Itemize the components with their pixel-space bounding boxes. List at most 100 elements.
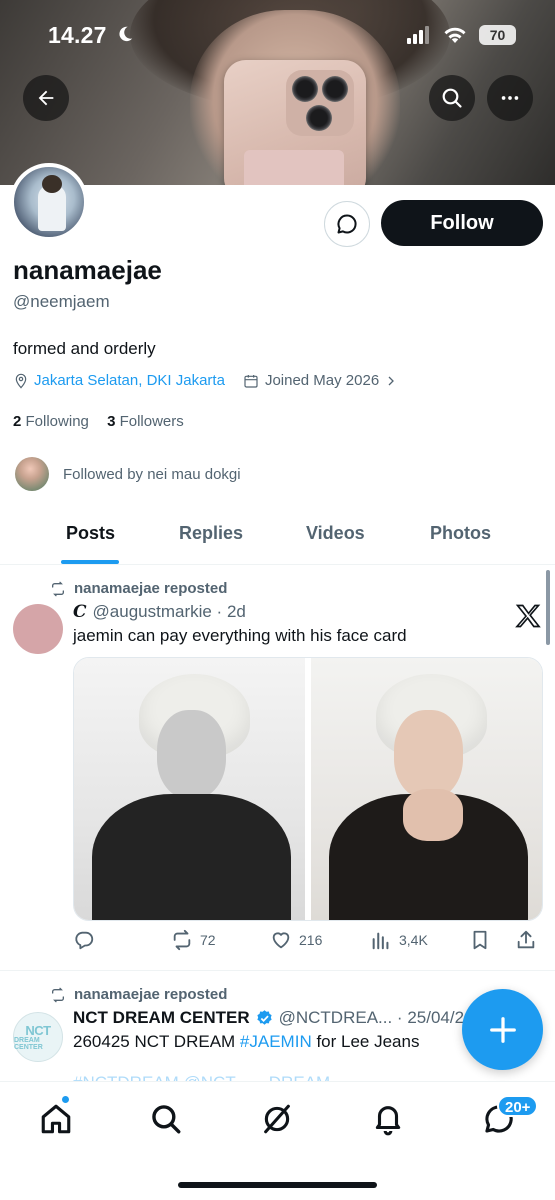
profile-meta: Jakarta Selatan, DKI Jakarta Joined May … (13, 372, 397, 389)
repost-button[interactable]: 72 (171, 929, 216, 951)
following-link[interactable]: 2 Following (13, 413, 89, 430)
bottom-nav: 20+ (0, 1081, 555, 1200)
messages-badge: 20+ (497, 1095, 539, 1117)
lens-1 (292, 76, 318, 102)
post-author-avatar[interactable]: NCT DREAM CENTER (13, 1012, 63, 1062)
reply-button[interactable] (73, 929, 102, 951)
photo-jacket (92, 794, 292, 920)
scrollbar[interactable] (546, 570, 550, 645)
back-button[interactable] (23, 75, 69, 121)
calendar-icon (244, 374, 258, 388)
message-button[interactable] (324, 201, 370, 247)
followers-link[interactable]: 3 Followers (107, 413, 184, 430)
location-pin-icon (15, 373, 27, 389)
post-header[interactable]: NCT DREAM CENTER @NCTDREA... · 25/04/26 (73, 1008, 474, 1028)
heart-icon (272, 932, 290, 949)
more-horizontal-icon (501, 96, 519, 100)
home-indicator[interactable] (178, 1182, 377, 1188)
status-bar: 14.27 70 (0, 22, 555, 52)
search-icon[interactable] (149, 1102, 183, 1136)
avatar-logo-text: NCT (25, 1022, 51, 1038)
following-label: Following (25, 413, 89, 430)
more-options-button[interactable] (487, 75, 533, 121)
repost-count: 72 (200, 932, 216, 948)
media-photo-2[interactable] (311, 658, 542, 920)
followed-by-row[interactable]: Followed by nei mau dokgi (15, 457, 241, 491)
phone-camera-module (286, 70, 354, 136)
post-text: 260425 NCT DREAM #JAEMIN for Lee Jeans (73, 1032, 419, 1052)
follow-button[interactable]: Follow (381, 200, 543, 246)
tab-photos[interactable]: Photos (430, 523, 491, 544)
like-count: 216 (299, 932, 323, 948)
views-button[interactable]: 3,4K (370, 929, 428, 951)
bookmark-icon (473, 930, 487, 950)
repost-label: nanamaejae reposted (74, 986, 228, 1003)
share-button[interactable] (515, 929, 544, 951)
lens-2 (322, 76, 348, 102)
follow-counts: 2 Following 3 Followers (13, 413, 184, 430)
post-header[interactable]: C @augustmarkie · 2d (73, 602, 246, 622)
photo-face (394, 710, 464, 800)
moon-icon (119, 26, 133, 42)
grok-icon[interactable] (260, 1102, 294, 1136)
profile-location[interactable]: Jakarta Selatan, DKI Jakarta (34, 372, 225, 389)
arrow-left-icon (38, 90, 54, 106)
bookmark-button[interactable] (469, 929, 498, 951)
author-handle-date: @NCTDREA... · 25/04/26 (278, 1008, 474, 1027)
chevron-right-icon[interactable] (385, 375, 397, 387)
post-text-suffix: for Lee Jeans (311, 1032, 420, 1051)
photo-face (157, 710, 227, 800)
search-icon (442, 88, 462, 108)
profile-bio: formed and orderly (13, 339, 156, 358)
profile-tabs: Posts Replies Videos Photos (0, 505, 555, 565)
x-logo-icon[interactable] (514, 602, 542, 630)
repost-label: nanamaejae reposted (74, 580, 228, 597)
photo-hand (403, 789, 464, 842)
views-chart-icon (372, 932, 389, 950)
cellular-signal-icon (407, 26, 429, 44)
followers-label: Followers (119, 413, 184, 430)
status-time: 14.27 (48, 22, 107, 48)
reply-icon (75, 931, 94, 950)
verified-badge-icon (256, 1009, 272, 1025)
views-count: 3,4K (399, 932, 428, 948)
profile-joined-date[interactable]: Joined May 2026 (265, 372, 379, 389)
repost-indicator[interactable]: nanamaejae reposted (50, 986, 227, 1003)
repost-indicator[interactable]: nanamaejae reposted (50, 580, 227, 597)
post-hashtag[interactable]: #JAEMIN (240, 1032, 312, 1051)
post-divider (0, 970, 555, 971)
followed-by-text: Followed by nei mau dokgi (63, 465, 241, 483)
tab-replies[interactable]: Replies (179, 523, 243, 544)
active-tab-indicator (61, 560, 119, 564)
share-icon (517, 930, 535, 949)
bell-icon[interactable] (371, 1102, 405, 1136)
avatar-logo-subtext: DREAM CENTER (14, 1036, 43, 1051)
following-count: 2 (13, 413, 22, 430)
author-handle-date: @augustmarkie · 2d (92, 602, 246, 621)
follower-avatar (15, 457, 49, 491)
post-author-avatar[interactable] (13, 604, 63, 654)
post-media[interactable] (73, 657, 543, 921)
post-text-prefix: 260425 NCT DREAM (73, 1032, 240, 1051)
phone-card-shape (244, 150, 344, 185)
home-notification-dot (61, 1095, 70, 1104)
compose-button[interactable] (462, 989, 543, 1070)
avatar-head (42, 175, 62, 193)
profile-avatar[interactable] (10, 163, 88, 241)
battery-indicator: 70 (479, 25, 516, 45)
tab-videos[interactable]: Videos (306, 523, 365, 544)
banner-phone-shape (224, 60, 366, 185)
plus-icon (489, 1016, 516, 1043)
lens-3 (306, 105, 332, 131)
post-actions: 72 216 3,4K (73, 929, 543, 957)
tab-posts[interactable]: Posts (66, 523, 115, 544)
search-button[interactable] (429, 75, 475, 121)
home-icon[interactable] (39, 1102, 73, 1136)
followers-count: 3 (107, 413, 116, 430)
like-button[interactable]: 216 (270, 929, 322, 951)
wifi-icon (444, 27, 466, 43)
media-photo-1[interactable] (74, 658, 305, 920)
author-name: NCT DREAM CENTER (73, 1008, 250, 1027)
repost-icon (52, 581, 64, 596)
profile-handle: @neemjaem (13, 292, 110, 311)
